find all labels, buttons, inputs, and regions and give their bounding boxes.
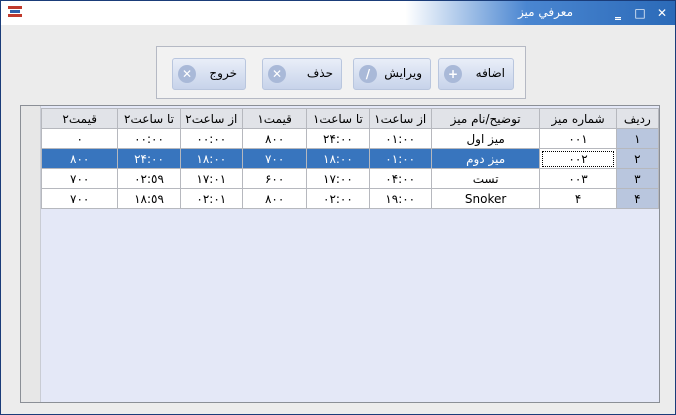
table-row[interactable]: ٧٠٠ ١٨:٥٩ ٠٢:٠١ ٨٠٠ ٠٢:٠٠ ١٩:٠٠ Snoker ۴… (40, 188, 660, 209)
cell-to-hour2[interactable]: ٠٠:٠٠ (117, 128, 181, 149)
column-header-from-hour1[interactable]: از ساعت١ (368, 108, 432, 129)
cell-table-number[interactable]: ٠٠٣ (539, 168, 617, 189)
cell-table-name[interactable]: تست (430, 168, 541, 189)
pencil-icon: / (359, 65, 377, 83)
cell-table-number[interactable]: ۴ (539, 188, 617, 209)
cell-price2[interactable]: ٨٠٠ (40, 148, 119, 169)
cell-table-name[interactable]: ميز دوم (430, 148, 541, 169)
tables-grid[interactable]: قيمت٢ تا ساعت٢ از ساعت٢ قيمت١ تا ساعت١ ا… (20, 105, 660, 403)
cell-table-number[interactable]: ٠٠١ (539, 128, 617, 149)
cell-from-hour2[interactable]: ٠٠:٠٠ (179, 128, 243, 149)
app-icon (8, 6, 22, 17)
add-label: اضافه (475, 66, 505, 80)
cell-to-hour1[interactable]: ٢۴:٠٠ (306, 128, 370, 149)
cell-row-number[interactable]: ٣ (615, 168, 660, 189)
cell-from-hour2[interactable]: ٠٢:٠١ (179, 188, 243, 209)
cell-row-number[interactable]: ١ (615, 128, 660, 149)
cell-price2[interactable]: ٠ (40, 128, 119, 149)
cell-table-name[interactable]: ميز اول (430, 128, 541, 149)
cell-to-hour1[interactable]: ١٨:٠٠ (306, 148, 370, 169)
window-title: معرفي ميز (517, 5, 573, 19)
grid-table: قيمت٢ تا ساعت٢ از ساعت٢ قيمت١ تا ساعت١ ا… (40, 108, 660, 209)
delete-button[interactable]: ✕ حذف (262, 58, 342, 90)
cell-to-hour2[interactable]: ٢۴:٠٠ (117, 148, 181, 169)
cell-from-hour1[interactable]: ١٩:٠٠ (368, 188, 432, 209)
close-icon: ✕ (178, 65, 196, 83)
cell-price1[interactable]: ٧٠٠ (241, 148, 308, 169)
cell-row-number[interactable]: ٢ (615, 148, 660, 169)
cell-to-hour1[interactable]: ٠٢:٠٠ (306, 188, 370, 209)
title-bar: معرفي ميز ‗ □ ✕ (1, 1, 675, 25)
cell-price1[interactable]: ٨٠٠ (241, 128, 308, 149)
exit-button[interactable]: ✕ خروج (172, 58, 246, 90)
cell-from-hour1[interactable]: ٠١:٠٠ (368, 148, 432, 169)
cell-from-hour1[interactable]: ٠۴:٠٠ (368, 168, 432, 189)
column-header-row[interactable]: رديف (615, 108, 660, 129)
cell-table-number-focused[interactable]: ٠٠٢ (539, 148, 617, 169)
edit-button[interactable]: / ويرايش (353, 58, 431, 90)
column-header-price1[interactable]: قيمت١ (241, 108, 308, 129)
add-icon: + (444, 65, 462, 83)
cell-to-hour2[interactable]: ٠٢:٥٩ (117, 168, 181, 189)
cell-price1[interactable]: ٨٠٠ (241, 188, 308, 209)
table-row-selected[interactable]: ٨٠٠ ٢۴:٠٠ ١٨:٠٠ ٧٠٠ ١٨:٠٠ ٠١:٠٠ ميز دوم … (40, 148, 660, 169)
cell-price2[interactable]: ٧٠٠ (40, 168, 119, 189)
cell-to-hour2[interactable]: ١٨:٥٩ (117, 188, 181, 209)
cell-price1[interactable]: ۶٠٠ (241, 168, 308, 189)
cell-from-hour2[interactable]: ١٧:٠١ (179, 168, 243, 189)
delete-icon: ✕ (268, 65, 286, 83)
add-button[interactable]: + اضافه (438, 58, 514, 90)
column-header-to-hour2[interactable]: تا ساعت٢ (117, 108, 181, 129)
grid-margin (21, 106, 41, 402)
column-header-table-number[interactable]: شماره ميز (539, 108, 617, 129)
cell-to-hour1[interactable]: ١٧:٠٠ (306, 168, 370, 189)
column-header-from-hour2[interactable]: از ساعت٢ (179, 108, 243, 129)
close-button[interactable]: ✕ (653, 5, 671, 21)
table-row[interactable]: ٠ ٠٠:٠٠ ٠٠:٠٠ ٨٠٠ ٢۴:٠٠ ٠١:٠٠ ميز اول ٠٠… (40, 128, 660, 149)
table-row[interactable]: ٧٠٠ ٠٢:٥٩ ١٧:٠١ ۶٠٠ ١٧:٠٠ ٠۴:٠٠ تست ٠٠٣ … (40, 168, 660, 189)
maximize-button[interactable]: □ (631, 5, 649, 21)
main-window: معرفي ميز ‗ □ ✕ ✕ خروج ✕ حذف / ويرايش + … (0, 0, 676, 415)
edit-label: ويرايش (384, 66, 422, 80)
delete-label: حذف (306, 66, 333, 80)
column-header-to-hour1[interactable]: تا ساعت١ (306, 108, 370, 129)
cell-price2[interactable]: ٧٠٠ (40, 188, 119, 209)
cell-table-name[interactable]: Snoker (430, 188, 541, 209)
column-header-price2[interactable]: قيمت٢ (40, 108, 119, 129)
minimize-button[interactable]: ‗ (609, 5, 627, 21)
cell-from-hour1[interactable]: ٠١:٠٠ (368, 128, 432, 149)
toolbar: ✕ خروج ✕ حذف / ويرايش + اضافه (156, 46, 526, 99)
cell-from-hour2[interactable]: ١٨:٠٠ (179, 148, 243, 169)
exit-label: خروج (209, 66, 237, 80)
column-header-table-name[interactable]: توضيح/نام ميز (430, 108, 541, 129)
cell-row-number[interactable]: ۴ (615, 188, 660, 209)
